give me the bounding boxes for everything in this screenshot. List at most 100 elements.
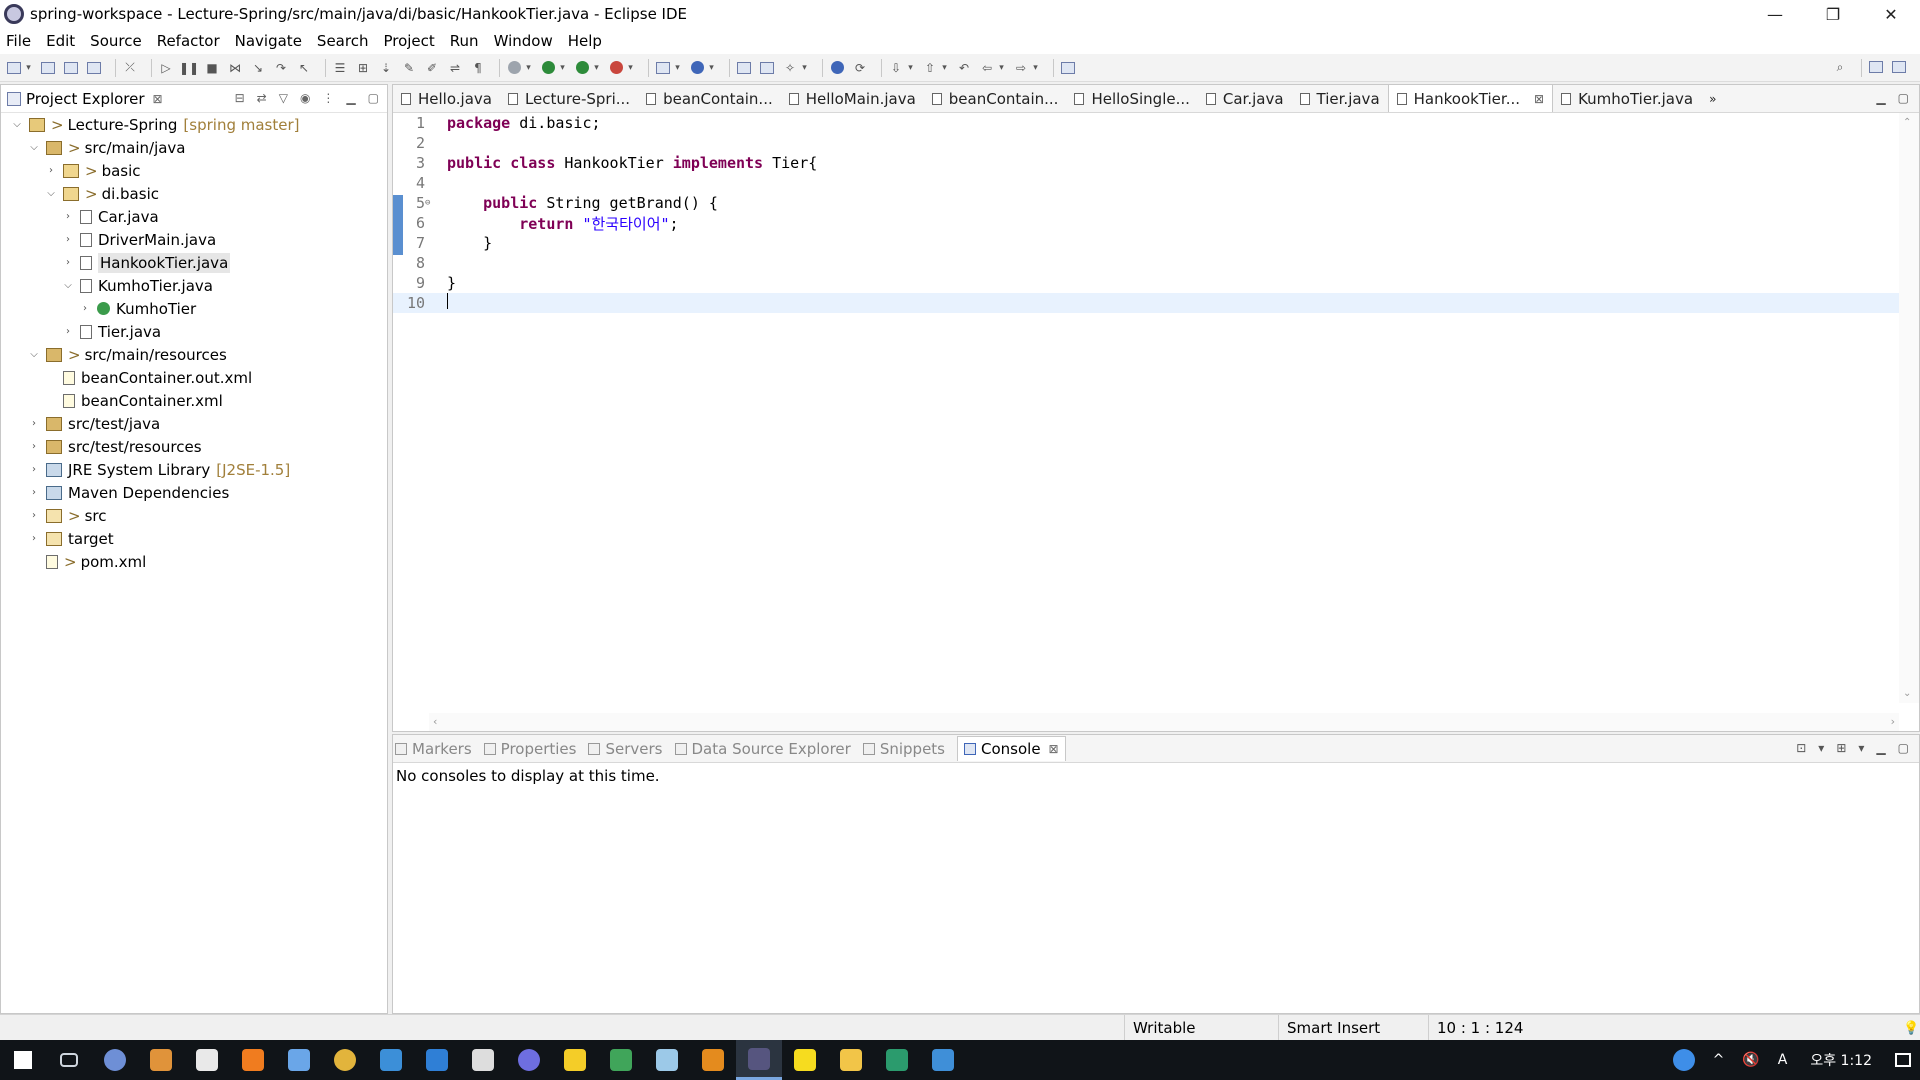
- tree-item[interactable]: › JRE System Library [J2SE-1.5]: [1, 458, 387, 481]
- word-wrap-icon[interactable]: ⇌: [447, 60, 463, 76]
- run-icon[interactable]: [540, 60, 556, 76]
- chrome-taskbar-button[interactable]: [322, 1040, 368, 1080]
- search-tool-dropdown-icon[interactable]: ▾: [800, 60, 809, 76]
- maximize-editor-icon[interactable]: ▢: [1898, 91, 1909, 105]
- forward-icon[interactable]: ⇨: [1013, 60, 1029, 76]
- terminate-icon[interactable]: ■: [204, 60, 220, 76]
- run-dropdown-icon[interactable]: ▾: [558, 60, 567, 76]
- console-display-icon[interactable]: ⊡: [1796, 741, 1806, 755]
- show-whitespace-icon[interactable]: ¶: [470, 60, 486, 76]
- tree-toggle-icon[interactable]: ⌵: [45, 188, 57, 199]
- minimize-panel-icon[interactable]: ▁: [1876, 741, 1885, 755]
- fold-toggle-icon[interactable]: ⊖: [425, 198, 435, 208]
- notification-icon[interactable]: [1895, 1053, 1911, 1067]
- tree-item[interactable]: › target: [1, 527, 387, 550]
- menu-file[interactable]: File: [6, 32, 31, 50]
- save-icon[interactable]: [40, 60, 56, 76]
- focus-icon[interactable]: ◉: [300, 91, 310, 105]
- panel-tab-data-source-explorer[interactable]: Data Source Explorer: [674, 740, 851, 758]
- console-display-dropdown-icon[interactable]: ▾: [1818, 741, 1824, 755]
- tree-toggle-icon[interactable]: ›: [45, 165, 57, 176]
- code-line[interactable]: 1 package di.basic;: [393, 113, 1899, 133]
- profile-r-taskbar-button[interactable]: [92, 1040, 138, 1080]
- scroll-up-icon[interactable]: ⌃: [1903, 117, 1911, 128]
- app-gear-taskbar-button[interactable]: [460, 1040, 506, 1080]
- app-photo-taskbar-button[interactable]: [920, 1040, 966, 1080]
- menu-search[interactable]: Search: [317, 32, 369, 50]
- menu-edit[interactable]: Edit: [46, 32, 75, 50]
- tree-item[interactable]: > pom.xml: [1, 550, 387, 573]
- code-line[interactable]: 4: [393, 173, 1899, 193]
- tree-item[interactable]: › Car.java: [1, 205, 387, 228]
- editor-tab[interactable]: beanContain...: [638, 86, 781, 112]
- tree-item[interactable]: beanContainer.xml: [1, 389, 387, 412]
- editor-tab[interactable]: Hello.java: [393, 86, 500, 112]
- menu-refactor[interactable]: Refactor: [157, 32, 220, 50]
- editor-tab[interactable]: Tier.java: [1292, 86, 1388, 112]
- terminal-icon[interactable]: [86, 60, 102, 76]
- new-package-icon[interactable]: [655, 60, 671, 76]
- skip-breakpoints-icon[interactable]: ⤫: [122, 60, 138, 76]
- eclipse-taskbar-button[interactable]: [736, 1040, 782, 1080]
- prev-edit-icon[interactable]: ⇧: [922, 60, 938, 76]
- disconnect-icon[interactable]: ⋈: [227, 60, 243, 76]
- app-disc-taskbar-button[interactable]: [506, 1040, 552, 1080]
- explorer-taskbar-button[interactable]: [828, 1040, 874, 1080]
- tree-item[interactable]: ⌵ KumhoTier.java: [1, 274, 387, 297]
- resume-icon[interactable]: ▷: [158, 60, 174, 76]
- status-cursor-position[interactable]: 10 : 1 : 124: [1428, 1015, 1572, 1041]
- new-icon[interactable]: [6, 60, 22, 76]
- app-network-taskbar-button[interactable]: [276, 1040, 322, 1080]
- code-line[interactable]: 5 ⊖ public String getBrand() {: [393, 193, 1899, 213]
- panel-tab-markers[interactable]: Markers: [395, 740, 472, 758]
- status-insert-mode[interactable]: Smart Insert: [1278, 1015, 1426, 1041]
- tree-toggle-icon[interactable]: ›: [62, 326, 74, 337]
- minimize-view-icon[interactable]: ▁: [346, 91, 355, 105]
- java-ee-perspective-icon[interactable]: [1891, 59, 1907, 75]
- view-menu-icon[interactable]: ⋮: [322, 91, 334, 105]
- pin-editor-icon[interactable]: [1060, 60, 1076, 76]
- new-dropdown-icon[interactable]: ▾: [24, 60, 33, 76]
- link-editor-icon[interactable]: ⇄: [257, 91, 267, 105]
- open-console-dropdown-icon[interactable]: ▾: [1858, 741, 1864, 755]
- tree-item[interactable]: › Tier.java: [1, 320, 387, 343]
- open-console-icon[interactable]: ⊞: [1836, 741, 1846, 755]
- app-search-taskbar-button[interactable]: [230, 1040, 276, 1080]
- external-tools-icon[interactable]: [608, 60, 624, 76]
- new-class-dropdown-icon[interactable]: ▾: [707, 60, 716, 76]
- minimize-editor-icon[interactable]: ▁: [1876, 91, 1885, 105]
- app-vs-taskbar-button[interactable]: [874, 1040, 920, 1080]
- step-into-icon[interactable]: ↘: [250, 60, 266, 76]
- lightbulb-icon[interactable]: 💡: [1895, 1015, 1920, 1041]
- menu-source[interactable]: Source: [90, 32, 142, 50]
- filter-icon[interactable]: ▽: [279, 91, 288, 105]
- highlight-icon[interactable]: ✐: [424, 60, 440, 76]
- close-tab-icon[interactable]: ⊠: [1534, 92, 1544, 106]
- tree-toggle-icon[interactable]: ›: [28, 487, 40, 498]
- step-return-icon[interactable]: ↖: [296, 60, 312, 76]
- tree-item[interactable]: › src/test/resources: [1, 435, 387, 458]
- suspend-icon[interactable]: ❚❚: [179, 60, 199, 76]
- scroll-down-icon[interactable]: ⌄: [1903, 688, 1911, 699]
- close-icon[interactable]: ⊠: [153, 92, 163, 106]
- tree-toggle-icon[interactable]: ⌵: [28, 349, 40, 360]
- code-editor[interactable]: 1 package di.basic; 2 3 public class Hankook…: [393, 113, 1899, 703]
- panel-tab-properties[interactable]: Properties: [483, 740, 576, 758]
- more-tabs-icon[interactable]: »: [1701, 86, 1724, 112]
- app-sticky-taskbar-button[interactable]: [552, 1040, 598, 1080]
- tree-item[interactable]: › > src: [1, 504, 387, 527]
- next-edit-dropdown-icon[interactable]: ▾: [906, 60, 915, 76]
- tree-item[interactable]: › KumhoTier: [1, 297, 387, 320]
- tree-toggle-icon[interactable]: ›: [28, 418, 40, 429]
- tree-toggle-icon[interactable]: ⌵: [62, 280, 74, 291]
- maximize-panel-icon[interactable]: ▢: [1898, 741, 1909, 755]
- maximize-view-icon[interactable]: ▢: [368, 91, 379, 105]
- coverage-icon[interactable]: [574, 60, 590, 76]
- editor-tab[interactable]: HelloSingle...: [1066, 86, 1197, 112]
- menu-navigate[interactable]: Navigate: [235, 32, 302, 50]
- back-icon[interactable]: ⇦: [979, 60, 995, 76]
- tree-item[interactable]: beanContainer.out.xml: [1, 366, 387, 389]
- next-edit-icon[interactable]: ⇩: [888, 60, 904, 76]
- app-w-taskbar-button[interactable]: [138, 1040, 184, 1080]
- collapse-all-icon[interactable]: ⊟: [235, 91, 245, 105]
